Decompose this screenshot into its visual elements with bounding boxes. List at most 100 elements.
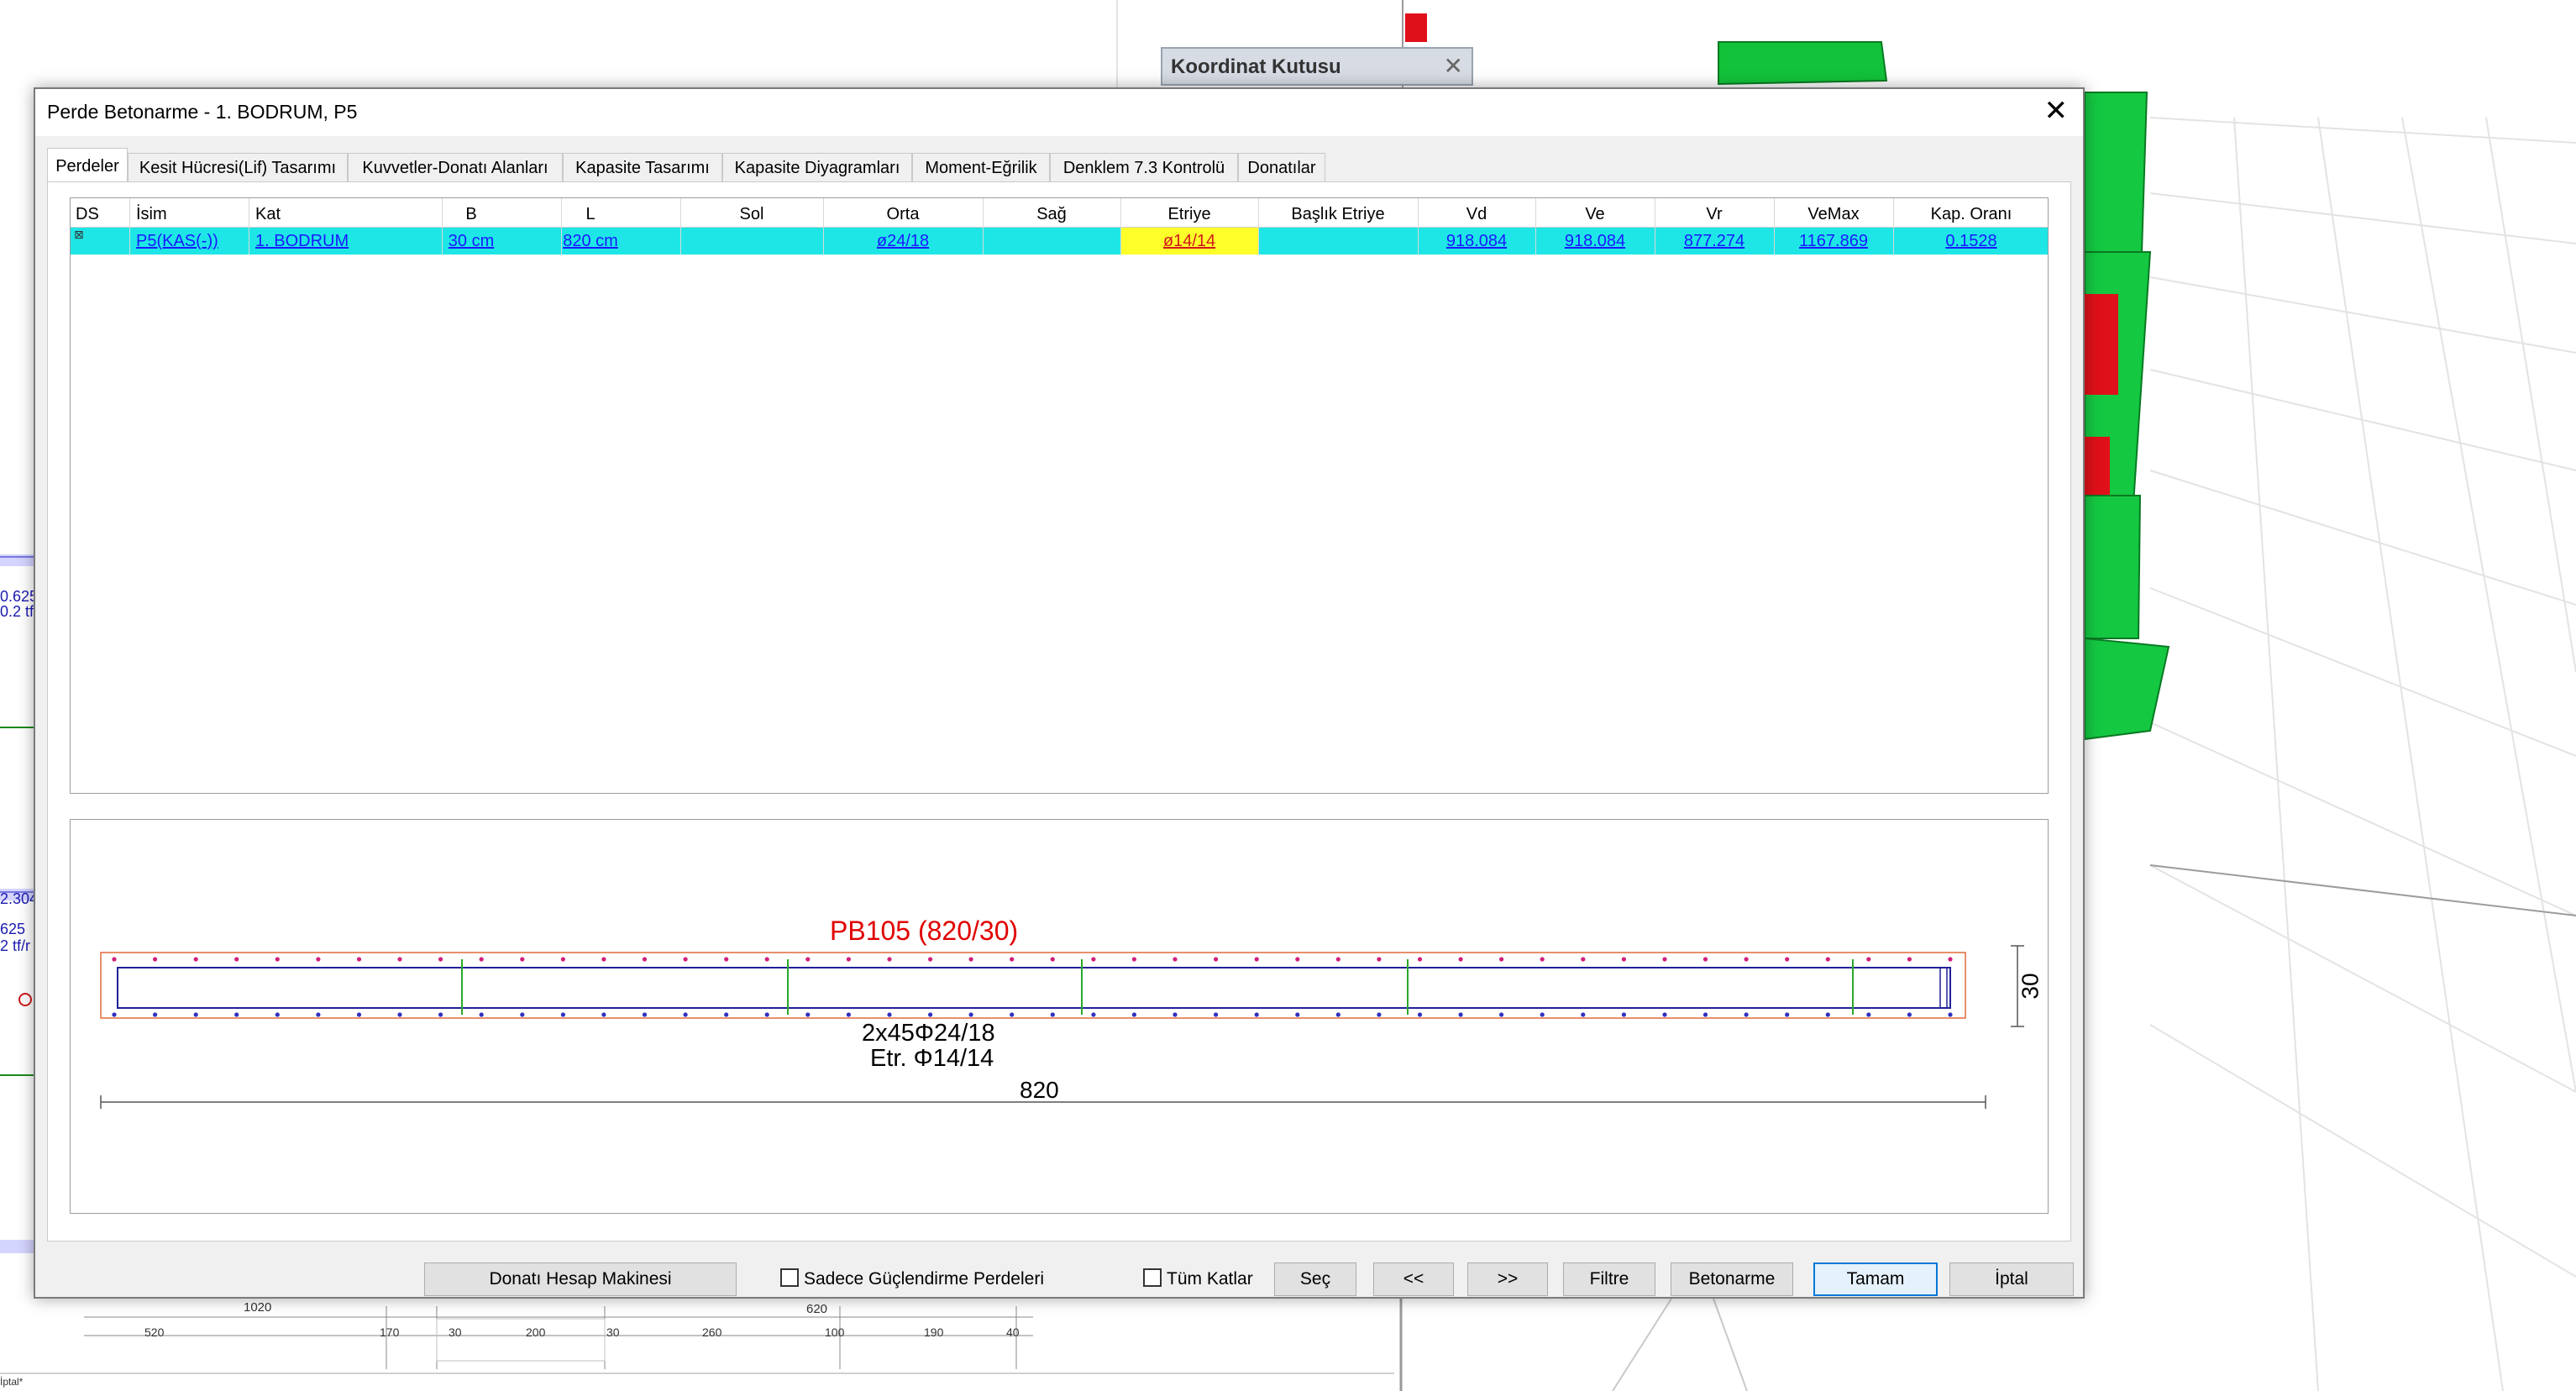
rebar-dot — [479, 1012, 484, 1017]
column-header-vemax[interactable]: VeMax — [1774, 202, 1893, 227]
cell-kat[interactable]: 1. BODRUM — [255, 228, 349, 255]
rebar-dot — [1702, 1012, 1708, 1017]
rebar-dot — [642, 1012, 648, 1017]
rebar-dot — [1254, 1012, 1259, 1017]
rebar-dot — [275, 957, 280, 962]
column-separator — [1258, 198, 1259, 255]
rebar-dot — [683, 957, 688, 962]
cell-ve[interactable]: 918.084 — [1535, 228, 1655, 255]
cell-l[interactable]: 820 cm — [561, 228, 620, 255]
close-icon[interactable]: ✕ — [1444, 52, 1463, 80]
cell-etriye[interactable]: ø14/14 — [1120, 228, 1258, 255]
tab-denklem[interactable]: Denklem 7.3 Kontrolü — [1050, 153, 1238, 181]
rebar-dot — [1948, 957, 1953, 962]
rebar-dot — [193, 1012, 198, 1017]
column-header-sol[interactable]: Sol — [680, 202, 823, 227]
tab-kapasite-diyagramlari[interactable]: Kapasite Diyagramları — [722, 153, 912, 181]
cell-baslik-etriye[interactable] — [1258, 228, 1418, 255]
column-header-kat[interactable]: Kat — [255, 202, 281, 227]
rebar-dot — [1540, 957, 1545, 962]
tab-kesit-hucresi[interactable]: Kesit Hücresi(Lif) Tasarımı — [128, 153, 348, 181]
tab-perdeler[interactable]: Perdeler — [47, 148, 128, 183]
cell-vemax[interactable]: 1167.869 — [1774, 228, 1893, 255]
rebar-dot — [1050, 957, 1055, 962]
rebar-dot — [438, 957, 443, 962]
rebar-dot — [153, 1012, 158, 1017]
cell-vr[interactable]: 877.274 — [1655, 228, 1774, 255]
column-header-sag[interactable]: Sağ — [983, 202, 1120, 227]
stirrup-label: Etr. Φ14/14 — [870, 1045, 994, 1072]
cell-isim[interactable]: P5(KAS(-)) — [136, 228, 218, 255]
rebar-dot — [1131, 957, 1136, 962]
column-header-b[interactable]: B — [442, 202, 501, 227]
ok-button[interactable]: Tamam — [1813, 1262, 1938, 1296]
tab-page-perdeler: DS İsim Kat B L Sol Orta Sağ Etriye Başl… — [47, 181, 2074, 1296]
tab-donatilar[interactable]: Donatılar — [1238, 153, 1325, 181]
rebar-dot — [1785, 957, 1790, 962]
dim-2: 170 — [380, 1325, 400, 1339]
section-drawing — [100, 945, 2024, 1109]
cell-sol[interactable] — [680, 228, 823, 255]
column-separator — [129, 198, 130, 255]
rebar-dot — [1785, 1012, 1790, 1017]
coordinate-box-panel[interactable]: Koordinat Kutusu ✕ — [1161, 47, 1473, 86]
checkbox-box[interactable] — [1143, 1268, 1162, 1288]
rebar-dot — [479, 957, 484, 962]
cell-b[interactable]: 30 cm — [442, 228, 501, 255]
rebar-dot — [1499, 1012, 1504, 1017]
rebar-dot — [1581, 957, 1586, 962]
column-header-vd[interactable]: Vd — [1418, 202, 1535, 227]
column-header-l[interactable]: L — [561, 202, 620, 227]
dim-1: 520 — [144, 1325, 165, 1339]
checkbox-box[interactable] — [780, 1268, 799, 1288]
rebar-dot — [928, 957, 933, 962]
row-checkbox[interactable]: ⊠ — [74, 221, 84, 248]
rebar-dot — [356, 1012, 362, 1017]
tab-kapasite-tasarimi[interactable]: Kapasite Tasarımı — [563, 153, 722, 181]
column-header-vr[interactable]: Vr — [1655, 202, 1774, 227]
column-header-kap-orani[interactable]: Kap. Oranı — [1893, 202, 2049, 227]
column-header-etriye[interactable]: Etriye — [1120, 202, 1258, 227]
dim-top-2: 620 — [806, 1302, 828, 1316]
cell-kap-orani[interactable]: 0.1528 — [1893, 228, 2049, 255]
concrete-button[interactable]: Betonarme — [1671, 1262, 1793, 1296]
tab-kuvvetler[interactable]: Kuvvetler-Donatı Alanları — [348, 153, 563, 181]
filter-button[interactable]: Filtre — [1563, 1262, 1655, 1296]
rebar-dot — [1173, 1012, 1178, 1017]
column-header-ve[interactable]: Ve — [1535, 202, 1655, 227]
dim-5: 30 — [606, 1325, 620, 1339]
walls-table[interactable]: DS İsim Kat B L Sol Orta Sağ Etriye Başl… — [70, 197, 2049, 794]
select-button[interactable]: Seç — [1274, 1262, 1356, 1296]
column-separator — [1535, 198, 1536, 255]
only-strengthening-checkbox[interactable]: Sadece Güçlendirme Perdeleri — [780, 1262, 1044, 1296]
column-header-orta[interactable]: Orta — [823, 202, 983, 227]
rebar-calculator-button[interactable]: Donatı Hesap Makinesi — [424, 1262, 737, 1296]
close-icon[interactable]: ✕ — [2044, 94, 2069, 128]
rebar-dot — [356, 957, 362, 962]
rebar-dot — [1744, 1012, 1749, 1017]
rebar-dot — [1458, 1012, 1463, 1017]
rebar-dot — [846, 1012, 852, 1017]
section-drawing-panel: PB105 (820/30) 2x45Φ24/18 Etr. Φ14/14 82… — [70, 819, 2049, 1214]
all-floors-checkbox[interactable]: Tüm Katlar — [1143, 1262, 1253, 1296]
column-header-isim[interactable]: İsim — [136, 202, 167, 227]
column-separator — [680, 198, 681, 255]
next-button[interactable]: >> — [1467, 1262, 1548, 1296]
rebar-dot — [1417, 1012, 1423, 1017]
cell-sag[interactable] — [983, 228, 1120, 255]
column-header-baslik-etriye[interactable]: Başlık Etriye — [1258, 202, 1418, 227]
tab-moment-egrilik[interactable]: Moment-Eğrilik — [912, 153, 1050, 181]
rebar-dot — [724, 1012, 729, 1017]
rebar-dot — [601, 1012, 606, 1017]
rebar-dot — [1907, 1012, 1912, 1017]
cancel-button[interactable]: İptal — [1949, 1262, 2074, 1296]
table-row[interactable]: ⊠ P5(KAS(-)) 1. BODRUM 30 cm 820 cm ø24/… — [71, 228, 2048, 255]
rebar-dot — [601, 957, 606, 962]
rebar-dot — [846, 957, 852, 962]
rebar-label: 2x45Φ24/18 — [862, 1020, 995, 1047]
cell-orta[interactable]: ø24/18 — [823, 228, 983, 255]
section-title: PB105 (820/30) — [830, 916, 1019, 946]
previous-button[interactable]: << — [1373, 1262, 1454, 1296]
cell-vd[interactable]: 918.084 — [1418, 228, 1535, 255]
rebar-dot — [805, 957, 811, 962]
